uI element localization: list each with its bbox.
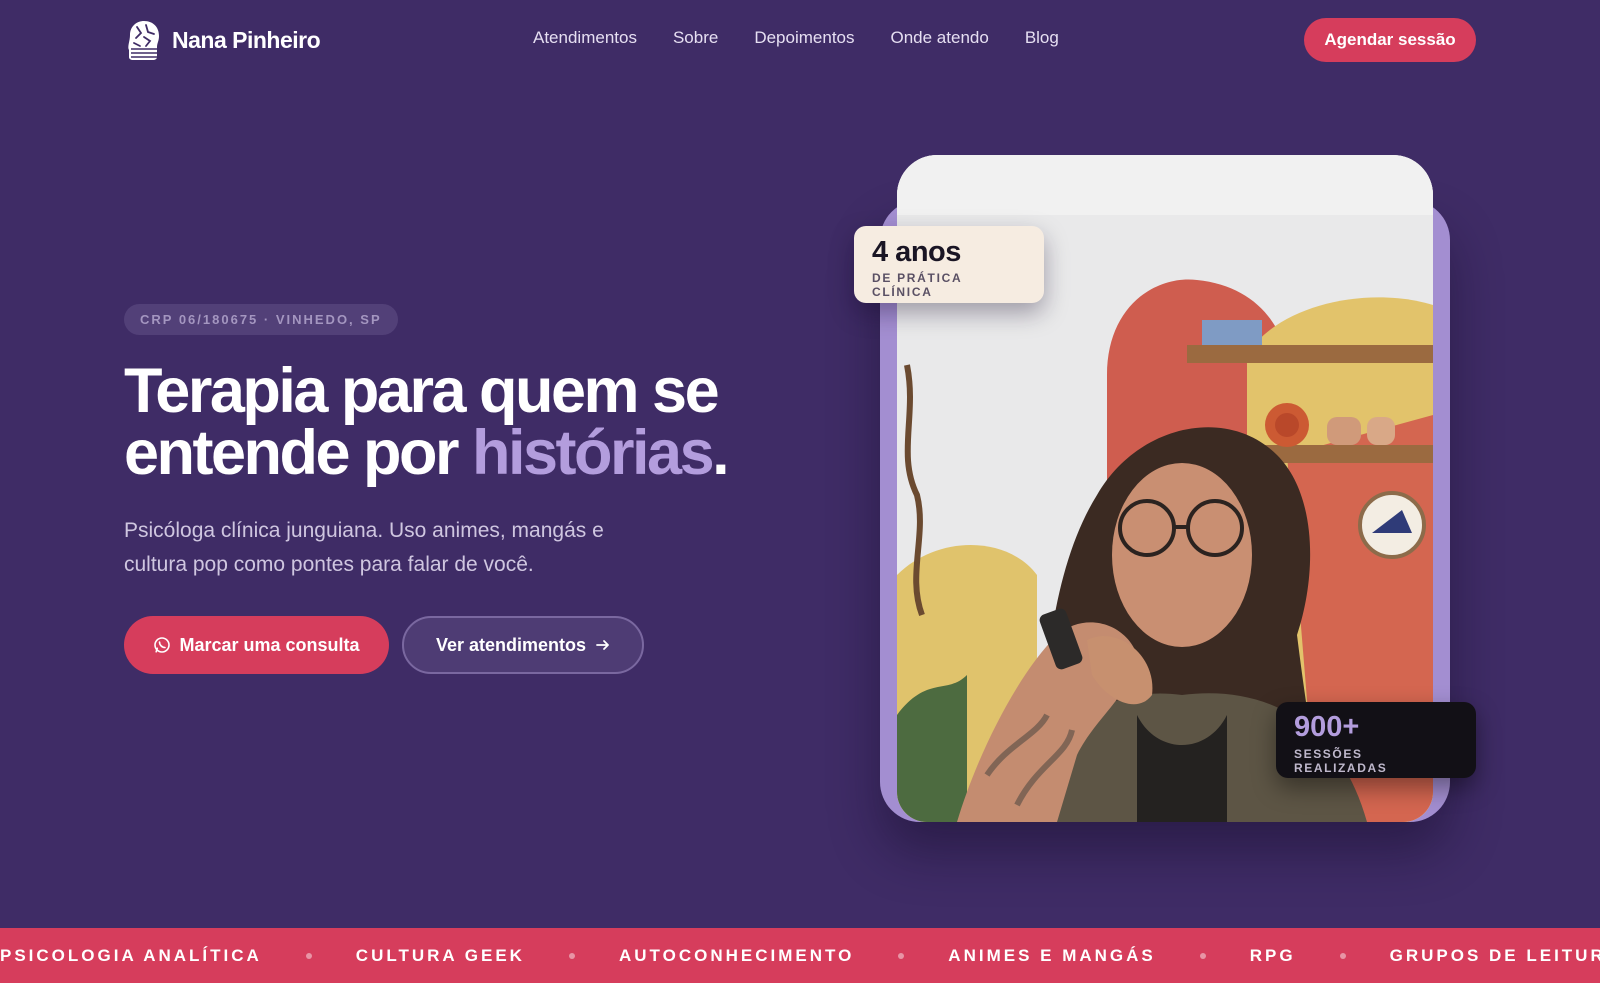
marquee-track: PSICOLOGIA ANALÍTICA CULTURA GEEK AUTOCO… (0, 928, 1600, 983)
nav-link-atendimentos[interactable]: Atendimentos (533, 28, 637, 48)
brand-name: Nana Pinheiro (172, 26, 321, 53)
nav-link-sobre[interactable]: Sobre (673, 28, 718, 48)
nav-link-depoimentos[interactable]: Depoimentos (754, 28, 854, 48)
book-session-button[interactable]: Agendar sessão (1304, 18, 1476, 62)
brand[interactable]: Nana Pinheiro (124, 19, 321, 61)
topics-marquee: PSICOLOGIA ANALÍTICA CULTURA GEEK AUTOCO… (0, 928, 1600, 983)
hero-subtitle: Psicóloga clínica junguiana. Uso animes,… (124, 519, 604, 576)
years-practice-card: 4 anos DE PRÁTICA CLÍNICA (854, 226, 1044, 303)
marquee-separator (305, 952, 312, 959)
sessions-card: 900+ SESSÕES REALIZADAS (1276, 702, 1476, 778)
marquee-separator (1199, 952, 1206, 959)
nav-link-onde-atendo[interactable]: Onde atendo (891, 28, 989, 48)
headline-period: . (712, 418, 730, 488)
years-value: 4 anos (872, 236, 961, 268)
book-consultation-button[interactable]: Marcar uma consulta (124, 616, 389, 674)
brain-icon (128, 21, 159, 60)
marquee-item: RPG (1249, 945, 1296, 965)
crp-badge: CRP 06/180675 · VINHEDO, SP (124, 304, 398, 335)
nav-links: Atendimentos Sobre Depoimentos Onde aten… (533, 28, 1059, 48)
marquee-item: GRUPOS DE LEITURA (1389, 945, 1600, 965)
years-label: DE PRÁTICA CLÍNICA (872, 271, 962, 299)
sessions-label: SESSÕES REALIZADAS (1294, 747, 1388, 775)
marquee-item: ANIMES E MANGÁS (948, 945, 1156, 965)
marquee-item: PSICOLOGIA ANALÍTICA (0, 945, 262, 965)
nav-link-blog[interactable]: Blog (1025, 28, 1059, 48)
view-services-label: Ver atendimentos (435, 634, 587, 655)
marquee-item: AUTOCONHECIMENTO (618, 945, 855, 965)
top-navigation: Nana Pinheiro Atendimentos Sobre Depoime… (0, 0, 1600, 80)
whatsapp-icon (154, 637, 171, 653)
marquee-separator (568, 952, 575, 959)
marquee-separator (898, 952, 905, 959)
marquee-item: CULTURA GEEK (355, 945, 525, 965)
arrow-right-icon (596, 640, 609, 650)
marquee-separator (1339, 952, 1346, 959)
headline-highlight: histórias (472, 418, 715, 488)
hero-headline: Terapia para quem se entende por históri… (124, 360, 804, 485)
book-consultation-label: Marcar uma consulta (179, 634, 360, 655)
view-services-button[interactable]: Ver atendimentos (402, 616, 644, 674)
sessions-value: 900+ (1294, 711, 1360, 743)
